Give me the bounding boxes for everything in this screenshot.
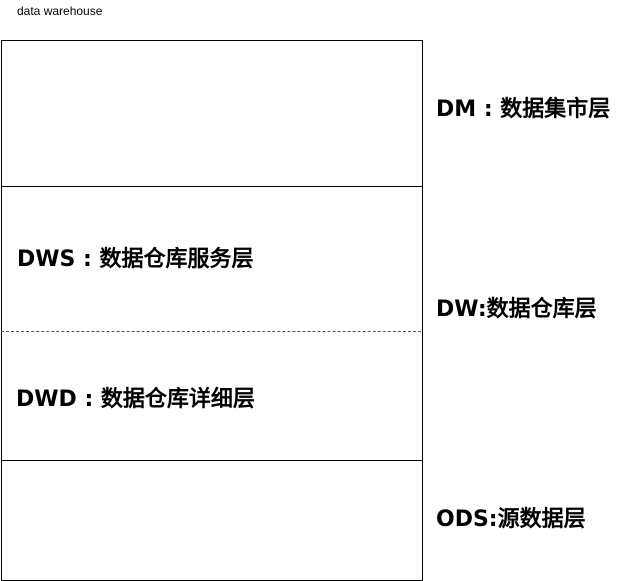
dm-layer-label: DM : 数据集市层 [436,97,611,122]
dm-layer-box [1,40,423,187]
diagram-title: data warehouse [17,4,103,18]
ods-layer-box [1,460,423,581]
dwd-layer-label: DWD : 数据仓库详细层 [16,387,255,412]
dw-layer-label: DW:数据仓库层 [436,297,597,322]
dws-layer-label: DWS : 数据仓库服务层 [17,247,254,272]
dw-layer-box [1,186,423,461]
dws-dwd-divider [1,331,421,332]
ods-layer-label: ODS:源数据层 [436,507,586,532]
